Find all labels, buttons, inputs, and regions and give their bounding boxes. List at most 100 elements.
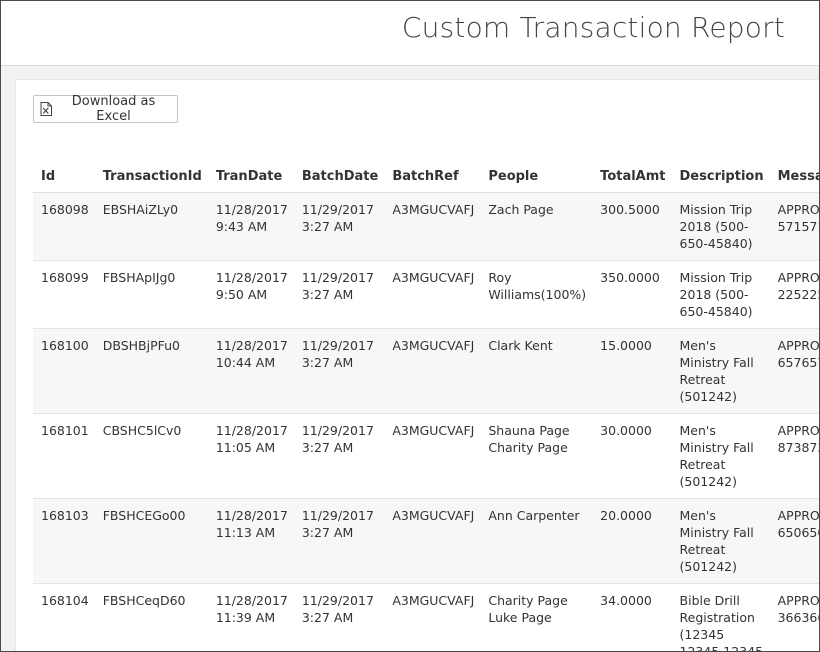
message-code: 571571 bbox=[777, 219, 819, 234]
cell-transaction-id: FBSHCeqD60 bbox=[94, 583, 208, 651]
cell-id: 168103 bbox=[33, 498, 95, 584]
cell-message: APPROVED 650650 bbox=[769, 498, 819, 584]
person-name: Clark Kent bbox=[488, 338, 553, 353]
download-excel-button[interactable]: Download as Excel bbox=[33, 94, 178, 124]
person-name: Williams(100%) bbox=[488, 287, 587, 302]
cell-batch-date: 11/29/2017 3:27 AM bbox=[293, 413, 385, 499]
cell-batch-ref: A3MGUCVAFJ bbox=[384, 192, 481, 261]
person-name: Charity Page bbox=[488, 440, 568, 455]
message-status: APPROVED bbox=[777, 202, 820, 217]
batch-date-text: 11/29/2017 bbox=[301, 270, 374, 285]
batch-time-text: 3:27 AM bbox=[301, 440, 354, 455]
tran-time-text: 11:13 AM bbox=[215, 525, 276, 540]
batch-time-text: 3:27 AM bbox=[301, 219, 354, 234]
column-header-tran-date[interactable]: TranDate bbox=[207, 160, 294, 193]
cell-total-amt: 350.0000 bbox=[592, 260, 672, 329]
cell-tran-date: 11/28/2017 11:39 AM bbox=[207, 583, 294, 651]
person-name: Ann Carpenter bbox=[488, 508, 580, 523]
cell-people: Zach Page bbox=[480, 192, 593, 261]
cell-tran-date: 11/28/2017 11:13 AM bbox=[207, 498, 294, 584]
cell-total-amt: 15.0000 bbox=[592, 328, 672, 414]
message-status: APPROVED bbox=[777, 270, 820, 285]
report-card: Download as Excel Id TransactionId TranD… bbox=[15, 79, 820, 651]
message-status: APPROVED bbox=[777, 593, 820, 608]
person-name: Charity Page bbox=[488, 593, 568, 608]
cell-batch-ref: A3MGUCVAFJ bbox=[384, 583, 481, 651]
cell-tran-date: 11/28/2017 11:05 AM bbox=[207, 413, 294, 499]
person-name: Roy bbox=[488, 270, 512, 285]
batch-time-text: 3:27 AM bbox=[301, 610, 354, 625]
tran-date-text: 11/28/2017 bbox=[215, 423, 288, 438]
cell-batch-date: 11/29/2017 3:27 AM bbox=[293, 192, 385, 261]
cell-total-amt: 30.0000 bbox=[592, 413, 672, 499]
cell-batch-date: 11/29/2017 3:27 AM bbox=[293, 583, 385, 651]
cell-people: Shauna Page Charity Page bbox=[480, 413, 593, 499]
cell-transaction-id: CBSHC5lCv0 bbox=[94, 413, 208, 499]
cell-message: APPROVED 657657 bbox=[769, 328, 820, 414]
table-row: 168104 FBSHCeqD60 11/28/2017 11:39 AM 11… bbox=[33, 583, 820, 651]
cell-message: APPROVED 873873 bbox=[769, 413, 819, 499]
cell-id: 168098 bbox=[33, 192, 95, 261]
person-name: Shauna Page bbox=[488, 423, 570, 438]
cell-total-amt: 300.5000 bbox=[592, 192, 672, 261]
column-header-batch-date[interactable]: BatchDate bbox=[293, 160, 385, 193]
column-header-batch-ref[interactable]: BatchRef bbox=[384, 160, 481, 193]
cell-message: APPROVED 225225 bbox=[769, 260, 820, 329]
cell-transaction-id: DBSHBjPFu0 bbox=[94, 328, 208, 414]
person-name: Zach Page bbox=[488, 202, 554, 217]
cell-description: Bible Drill Registration (12345 12345 12… bbox=[671, 583, 770, 651]
page-title: Custom Transaction Report bbox=[401, 11, 785, 44]
cell-transaction-id: EBSHAiZLy0 bbox=[94, 192, 208, 261]
cell-batch-date: 11/29/2017 3:27 AM bbox=[293, 328, 385, 414]
message-code: 650650 bbox=[777, 525, 819, 540]
column-header-id[interactable]: Id bbox=[33, 160, 95, 193]
cell-description: Men's Ministry Fall Retreat (501242) bbox=[671, 498, 770, 584]
batch-date-text: 11/29/2017 bbox=[301, 508, 374, 523]
column-header-message[interactable]: Message bbox=[769, 160, 819, 193]
message-code: 657657 bbox=[777, 355, 819, 370]
tran-time-text: 11:05 AM bbox=[215, 440, 276, 455]
tran-date-text: 11/28/2017 bbox=[215, 593, 288, 608]
tran-time-text: 9:43 AM bbox=[215, 219, 268, 234]
table-row: 168101 CBSHC5lCv0 11/28/2017 11:05 AM 11… bbox=[33, 413, 819, 499]
transactions-table-container: Id TransactionId TranDate BatchDate Batc… bbox=[33, 160, 820, 651]
batch-time-text: 3:27 AM bbox=[301, 355, 354, 370]
cell-batch-ref: A3MGUCVAFJ bbox=[384, 413, 481, 499]
table-row: 168098 EBSHAiZLy0 11/28/2017 9:43 AM 11/… bbox=[33, 192, 820, 261]
cell-people: Clark Kent bbox=[480, 328, 593, 414]
tran-date-text: 11/28/2017 bbox=[215, 270, 288, 285]
cell-people: Roy Williams(100%) bbox=[480, 260, 593, 329]
message-code: 225225 bbox=[777, 287, 819, 302]
column-header-total-amt[interactable]: TotalAmt bbox=[592, 160, 672, 193]
batch-time-text: 3:27 AM bbox=[301, 525, 354, 540]
excel-file-icon bbox=[40, 102, 52, 116]
cell-batch-ref: A3MGUCVAFJ bbox=[384, 498, 481, 584]
table-row: 168103 FBSHCEGo00 11/28/2017 11:13 AM 11… bbox=[33, 498, 819, 584]
cell-batch-date: 11/29/2017 3:27 AM bbox=[293, 498, 385, 584]
message-status: APPROVED bbox=[777, 338, 820, 353]
table-row: 168099 FBSHApIJg0 11/28/2017 9:50 AM 11/… bbox=[33, 260, 820, 329]
message-code: 873873 bbox=[777, 440, 819, 455]
page-header: Custom Transaction Report bbox=[1, 1, 819, 66]
column-header-transaction-id[interactable]: TransactionId bbox=[94, 160, 208, 193]
app-frame: Custom Transaction Report Download as Ex… bbox=[0, 0, 820, 652]
column-header-description[interactable]: Description bbox=[671, 160, 770, 193]
tran-date-text: 11/28/2017 bbox=[215, 508, 288, 523]
cell-batch-ref: A3MGUCVAFJ bbox=[384, 260, 481, 329]
column-header-people[interactable]: People bbox=[480, 160, 593, 193]
batch-time-text: 3:27 AM bbox=[301, 287, 354, 302]
cell-total-amt: 20.0000 bbox=[592, 498, 672, 584]
cell-id: 168099 bbox=[33, 260, 95, 329]
cell-id: 168104 bbox=[33, 583, 95, 651]
batch-date-text: 11/29/2017 bbox=[301, 423, 374, 438]
cell-tran-date: 11/28/2017 9:43 AM bbox=[207, 192, 294, 261]
cell-total-amt: 34.0000 bbox=[592, 583, 672, 651]
cell-transaction-id: FBSHCEGo00 bbox=[94, 498, 208, 584]
download-excel-label: Download as Excel bbox=[71, 94, 156, 124]
tran-time-text: 11:39 AM bbox=[215, 610, 276, 625]
cell-id: 168101 bbox=[33, 413, 95, 499]
table-row: 168100 DBSHBjPFu0 11/28/2017 10:44 AM 11… bbox=[33, 328, 820, 414]
cell-tran-date: 11/28/2017 9:50 AM bbox=[207, 260, 294, 329]
cell-description: Mission Trip 2018 (500-650-45840) bbox=[671, 192, 770, 261]
person-name: Luke Page bbox=[488, 610, 552, 625]
